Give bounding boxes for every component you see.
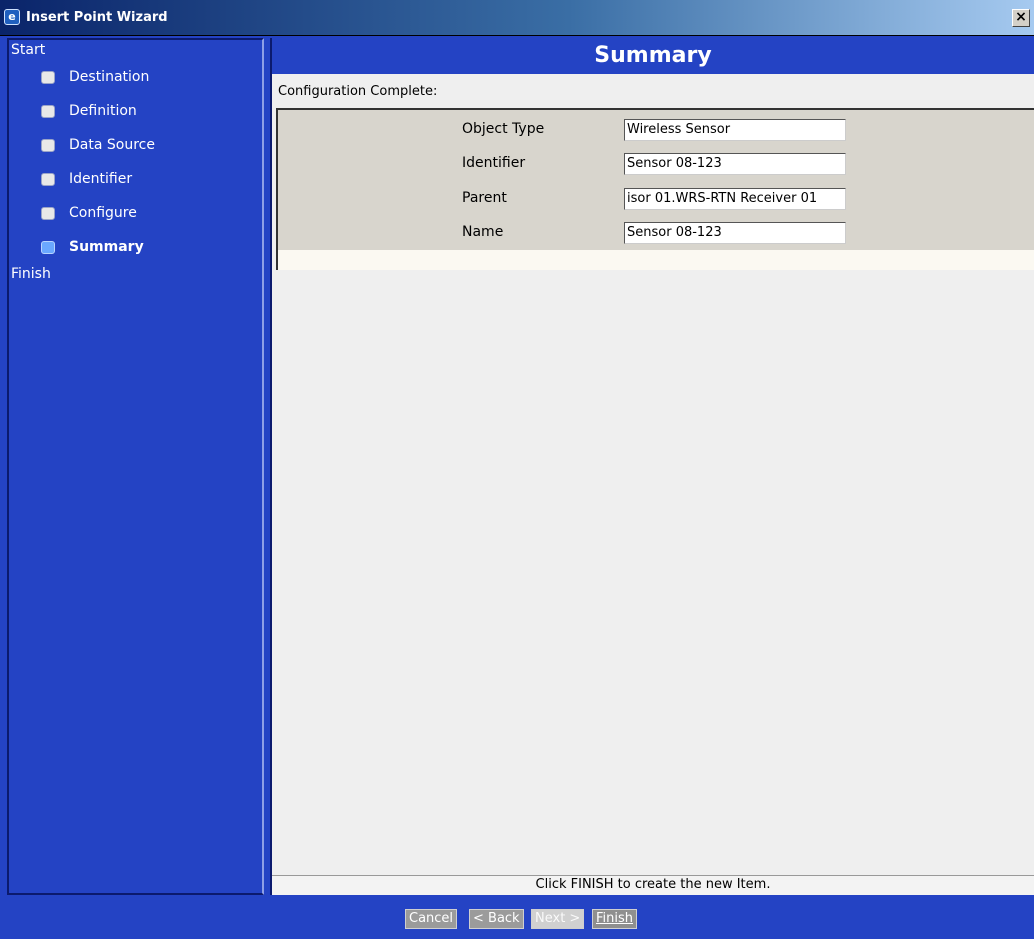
window-title: Insert Point Wizard [26, 10, 168, 25]
step-bullet-icon [41, 241, 55, 254]
instruction-message: Click FINISH to create the new Item. [272, 875, 1034, 895]
name-field[interactable]: Sensor 08-123 [624, 222, 846, 244]
page-title: Summary [272, 38, 1034, 74]
step-bullet-icon [41, 105, 55, 118]
field-label: Object Type [462, 121, 545, 137]
next-button[interactable]: Next > [531, 909, 585, 929]
field-label: Identifier [462, 155, 526, 171]
step-identifier[interactable]: Identifier [39, 171, 259, 191]
field-object-type: Object Type Wireless Sensor [278, 119, 1034, 143]
field-parent: Parent isor 01.WRS-RTN Receiver 01 [278, 188, 1034, 212]
step-bullet-icon [41, 139, 55, 152]
field-label: Parent [462, 190, 507, 206]
step-label: Identifier [69, 171, 133, 187]
wizard-window: e Insert Point Wizard × Start Destinatio… [0, 0, 1034, 939]
finish-button[interactable]: Finish [592, 909, 638, 929]
step-definition[interactable]: Definition [39, 103, 259, 123]
step-label: Summary [69, 239, 144, 255]
step-summary[interactable]: Summary [39, 239, 259, 259]
summary-fields: Object Type Wireless Sensor Identifier S… [276, 108, 1034, 270]
finish-label: Finish [11, 266, 51, 282]
step-label: Destination [69, 69, 150, 85]
field-identifier: Identifier Sensor 08-123 [278, 153, 1034, 177]
parent-field[interactable]: isor 01.WRS-RTN Receiver 01 [624, 188, 846, 210]
step-bullet-icon [41, 173, 55, 186]
wizard-app-icon: e [4, 9, 20, 25]
fields-area: Object Type Wireless Sensor Identifier S… [278, 110, 1034, 250]
button-bar: Cancel < Back Next > Finish [0, 898, 1034, 939]
step-label: Configure [69, 205, 137, 221]
start-label: Start [11, 42, 46, 58]
field-name: Name Sensor 08-123 [278, 222, 1034, 246]
step-label: Definition [69, 103, 137, 119]
step-bullet-icon [41, 71, 55, 84]
step-label: Data Source [69, 137, 155, 153]
step-bullet-icon [41, 207, 55, 220]
identifier-field[interactable]: Sensor 08-123 [624, 153, 846, 175]
configuration-complete-label: Configuration Complete: [278, 84, 438, 99]
field-label: Name [462, 224, 504, 240]
step-data-source[interactable]: Data Source [39, 137, 259, 157]
step-configure[interactable]: Configure [39, 205, 259, 225]
close-button[interactable]: × [1012, 9, 1030, 27]
object-type-field[interactable]: Wireless Sensor [624, 119, 846, 141]
wizard-steps-sidebar: Start Destination Definition Data Source… [7, 38, 264, 895]
step-destination[interactable]: Destination [39, 69, 259, 89]
summary-panel: Summary Configuration Complete: Object T… [270, 38, 1034, 895]
back-button[interactable]: < Back [469, 909, 524, 929]
title-bar: e Insert Point Wizard × [0, 0, 1034, 36]
cancel-button[interactable]: Cancel [405, 909, 458, 929]
